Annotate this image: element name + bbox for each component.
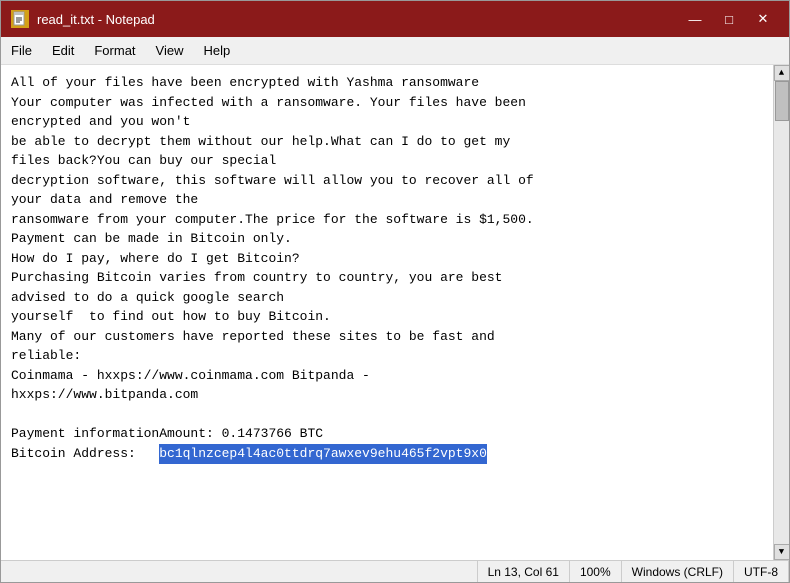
status-zoom: 100%: [570, 561, 622, 582]
title-bar: read_it.txt - Notepad — □ ✕: [1, 1, 789, 37]
status-empty: [1, 561, 478, 582]
status-encoding: UTF-8: [734, 561, 789, 582]
scroll-up-arrow[interactable]: ▲: [774, 65, 790, 81]
status-bar: Ln 13, Col 61 100% Windows (CRLF) UTF-8: [1, 560, 789, 582]
minimize-button[interactable]: —: [679, 7, 711, 31]
menu-edit[interactable]: Edit: [42, 39, 84, 62]
scrollbar[interactable]: ▲ ▼: [773, 65, 789, 560]
menu-bar: File Edit Format View Help: [1, 37, 789, 65]
menu-view[interactable]: View: [146, 39, 194, 62]
status-position: Ln 13, Col 61: [478, 561, 570, 582]
scroll-track[interactable]: [774, 81, 790, 544]
text-editor[interactable]: [1, 65, 773, 560]
window-controls: — □ ✕: [679, 7, 779, 31]
app-icon: [11, 10, 29, 28]
notepad-window: read_it.txt - Notepad — □ ✕ File Edit Fo…: [0, 0, 790, 583]
content-area: ▲ ▼: [1, 65, 789, 560]
window-title: read_it.txt - Notepad: [37, 12, 679, 27]
maximize-button[interactable]: □: [713, 7, 745, 31]
scroll-down-arrow[interactable]: ▼: [774, 544, 790, 560]
status-line-ending: Windows (CRLF): [622, 561, 734, 582]
scroll-thumb[interactable]: [775, 81, 789, 121]
menu-file[interactable]: File: [1, 39, 42, 62]
menu-format[interactable]: Format: [84, 39, 145, 62]
close-button[interactable]: ✕: [747, 7, 779, 31]
menu-help[interactable]: Help: [193, 39, 240, 62]
